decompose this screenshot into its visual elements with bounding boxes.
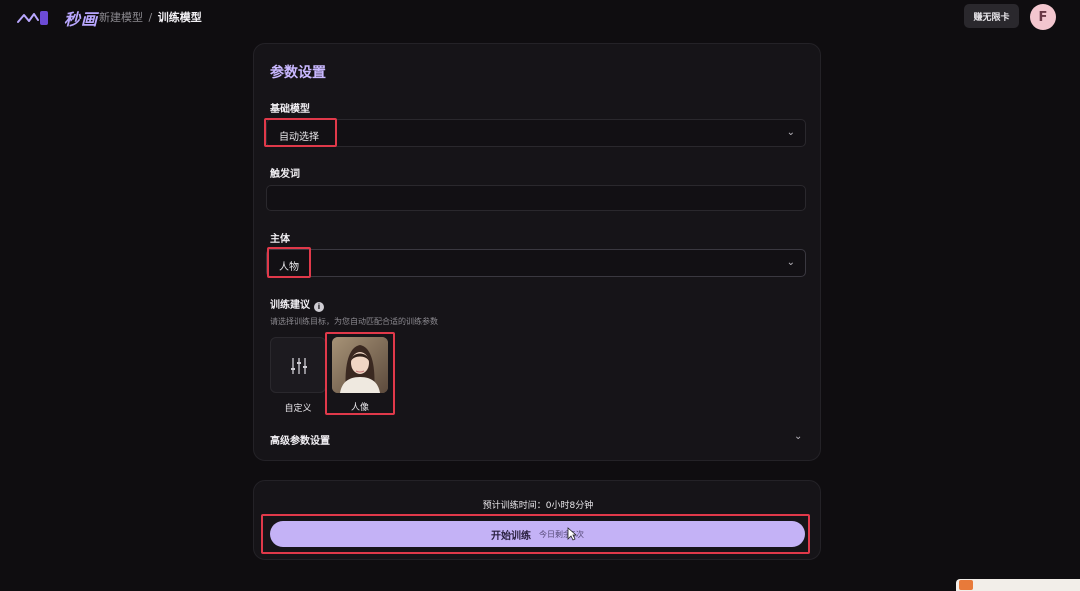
info-icon[interactable]: i [314,302,324,312]
subject-value: 人物 [279,262,299,273]
remaining-count: 今日剩余5次 [538,529,585,539]
base-model-label: 基础模型 [270,104,310,115]
subject-label: 主体 [270,234,290,245]
watermark-badge [956,579,1080,591]
start-training-button[interactable]: 开始训练 今日剩余5次 [270,521,805,547]
app-brand: 秒画 [64,10,99,29]
params-panel: 参数设置 基础模型 自动选择 ⌄ 触发词 主体 人物 ⌄ 训练建议 i 请选择训练… [253,43,821,461]
watermark-icon [959,580,973,590]
base-model-select[interactable]: 自动选择 ⌄ [266,119,806,147]
option-portrait[interactable] [332,337,388,393]
sliders-icon [291,358,307,374]
breadcrumb-current: 训练模型 [157,11,202,24]
advanced-settings-label[interactable]: 高级参数设置 [270,432,330,447]
suggestion-label-row: 训练建议 i [270,296,324,312]
panel-title: 参数设置 [270,65,326,81]
suggestion-label: 训练建议 [270,300,310,311]
trigger-word-label: 触发词 [270,169,300,180]
start-training-label: 开始训练 [490,530,531,542]
avatar[interactable]: F [1030,4,1056,30]
breadcrumb: 新建模型 / 训练模型 [99,9,202,25]
earn-card-button[interactable]: 赚无限卡 [964,4,1019,28]
chevron-down-icon: ⌄ [786,127,795,138]
option-custom-label: 自定义 [284,404,312,414]
option-portrait-label: 人像 [350,403,369,413]
logo-wave-icon [17,11,48,25]
chevron-down-icon: ⌄ [786,257,795,268]
top-bar: 秒画 新建模型 / 训练模型 赚无限卡 F [0,0,1080,34]
breadcrumb-separator: / [148,11,153,24]
mouse-cursor-icon [567,527,577,541]
chevron-down-icon[interactable]: ⌄ [794,431,802,442]
breadcrumb-parent[interactable]: 新建模型 [99,11,143,24]
option-custom[interactable] [270,337,326,393]
subject-select[interactable]: 人物 ⌄ [266,249,806,277]
trigger-word-input[interactable] [266,185,806,211]
estimated-time: 预计训练时间：0小时8分钟 [482,501,594,511]
suggestion-hint: 请选择训练目标，为您自动匹配合适的训练参数 [270,317,438,326]
portrait-thumbnail [332,337,388,393]
base-model-value: 自动选择 [279,132,319,143]
app-logo[interactable]: 秒画 [16,6,98,30]
train-panel: 预计训练时间：0小时8分钟 开始训练 今日剩余5次 [253,480,821,560]
